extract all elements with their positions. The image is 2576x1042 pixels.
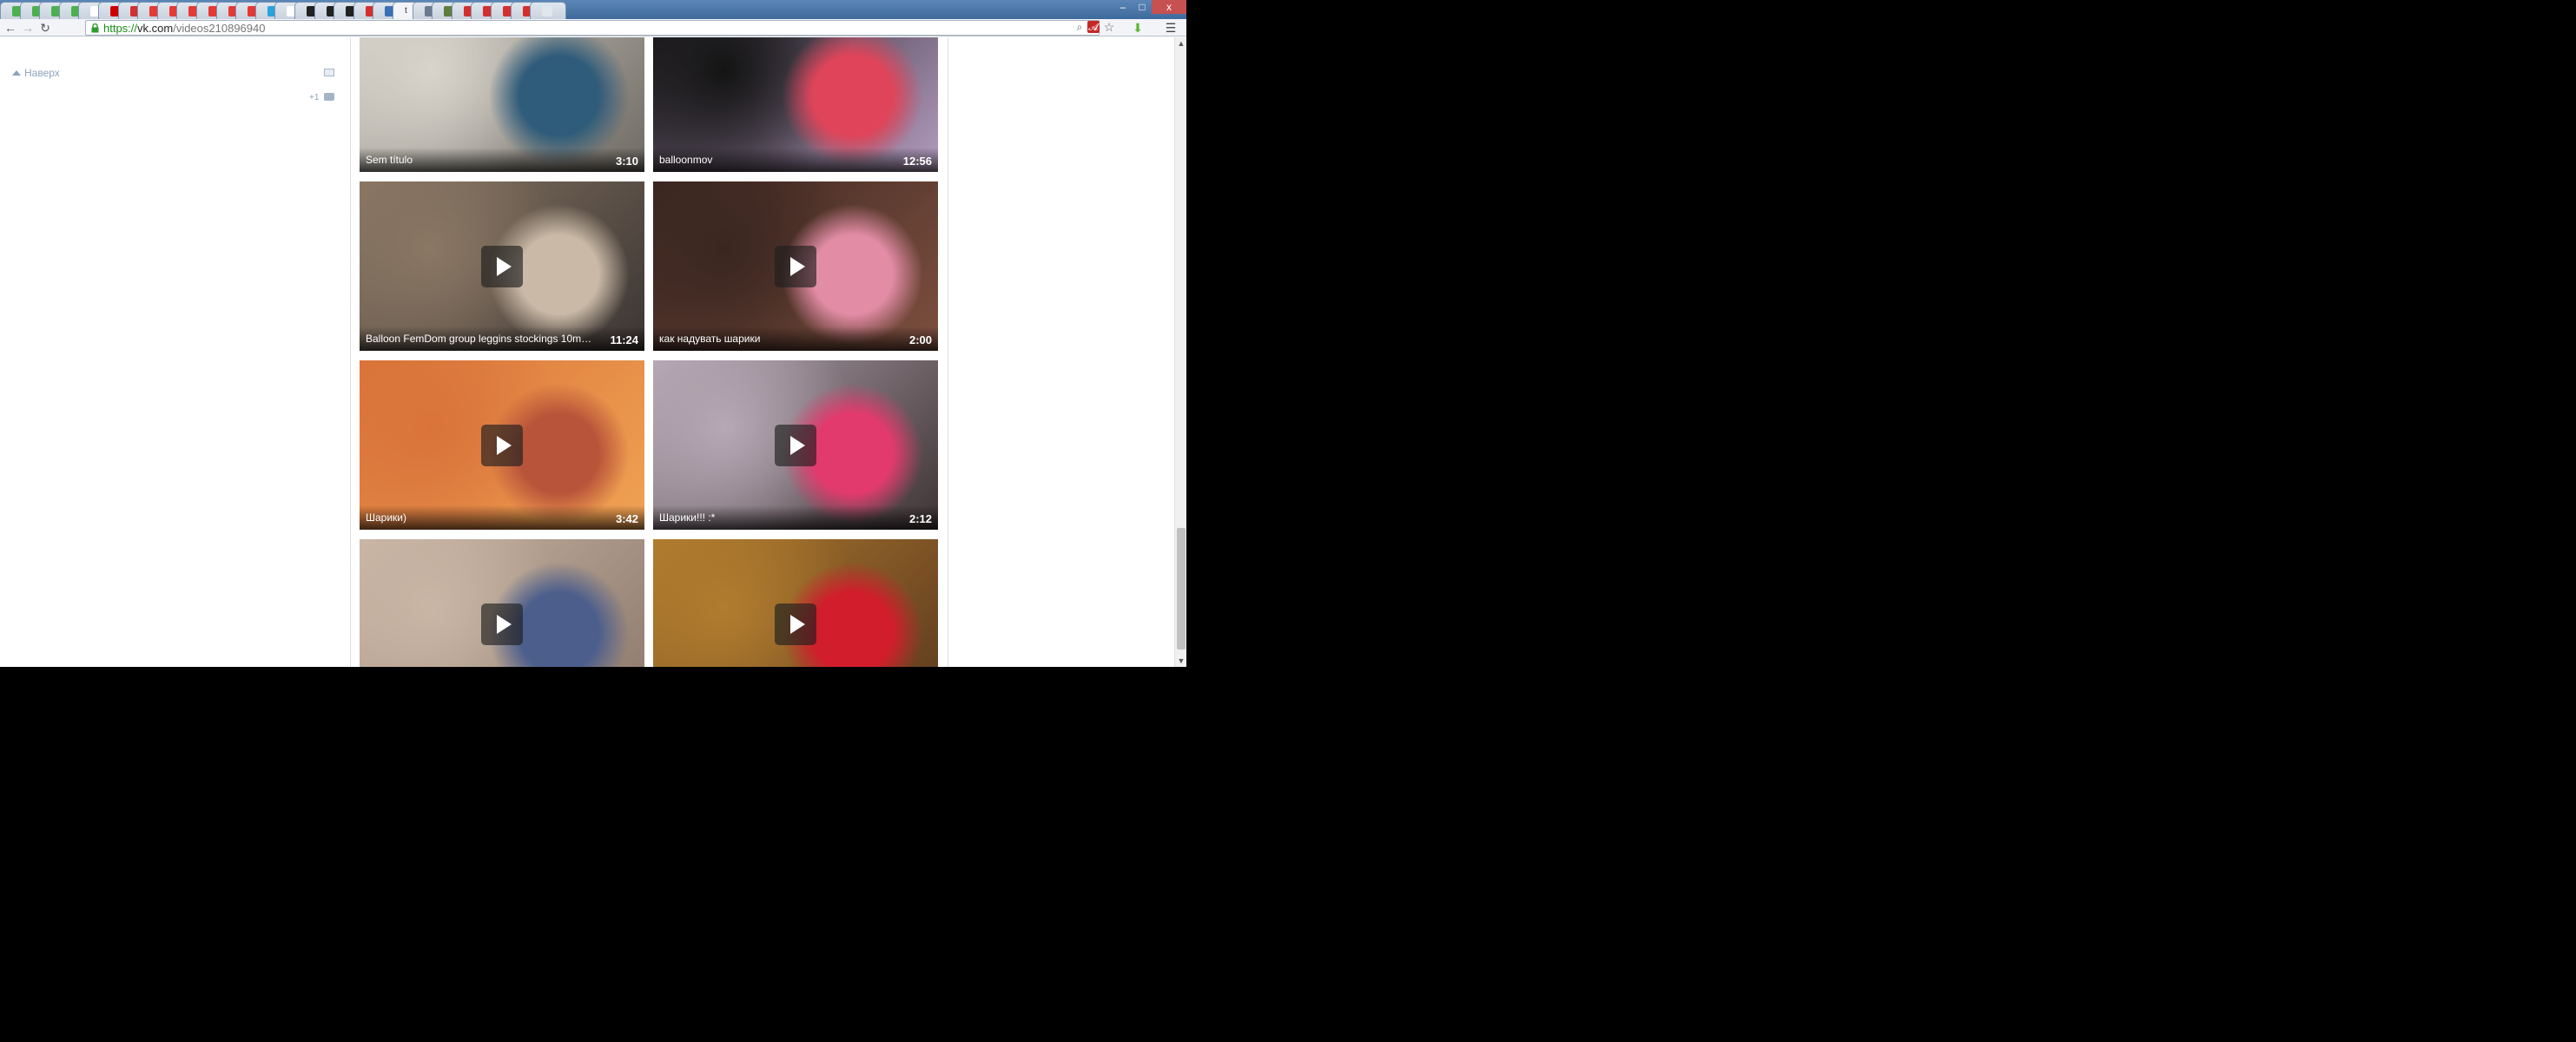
tab-strip: t× bbox=[0, 0, 1186, 20]
video-list: Sem título 3:10 balloonmov 12:56 Balloon Fem… bbox=[350, 37, 948, 667]
scroll-to-top-link[interactable]: Наверх bbox=[12, 67, 60, 79]
mail-icon[interactable] bbox=[324, 69, 334, 76]
video-duration: 11:24 bbox=[610, 333, 638, 346]
page-viewport: Наверх +1 Sem título 3:10 balloonmov 12:56 B… bbox=[0, 37, 1174, 667]
play-icon[interactable] bbox=[481, 424, 523, 466]
back-icon[interactable]: ← bbox=[3, 21, 17, 35]
url-text: https://vk.com/videos210896940 bbox=[103, 22, 266, 35]
video-duration: 3:42 bbox=[615, 512, 638, 525]
video-card[interactable]: Шарики!!! :* 2:12 bbox=[653, 360, 938, 530]
play-icon[interactable] bbox=[481, 245, 523, 287]
scroll-to-top-label: Наверх bbox=[24, 67, 60, 79]
play-icon[interactable] bbox=[775, 245, 816, 287]
play-icon[interactable] bbox=[775, 603, 816, 645]
video-card[interactable]: loonersheaven - Vol101:35:14 bbox=[653, 539, 938, 667]
maximize-button[interactable]: □ bbox=[1133, 0, 1152, 14]
browser-toolbar: ← → ↻ https://vk.com/videos210896940 ⌕ 𝓐… bbox=[0, 19, 1186, 36]
menu-icon[interactable]: ☰ bbox=[1164, 21, 1178, 35]
video-duration: 2:12 bbox=[908, 512, 932, 525]
video-card[interactable]: Balloon FemDom group leggins stockings 1… bbox=[360, 181, 644, 351]
video-duration: 12:56 bbox=[902, 155, 932, 168]
video-duration: 2:00 bbox=[908, 333, 932, 346]
up-arrow-icon bbox=[12, 70, 21, 76]
video-title[interactable]: Шарики) bbox=[366, 511, 592, 524]
reload-icon[interactable]: ↻ bbox=[38, 21, 52, 35]
play-icon[interactable] bbox=[481, 603, 523, 645]
minimize-button[interactable]: – bbox=[1113, 0, 1133, 14]
scrollbar-thumb[interactable] bbox=[1177, 528, 1186, 650]
address-bar[interactable]: https://vk.com/videos210896940 bbox=[85, 20, 1100, 36]
video-card[interactable]: как надувать шарики 2:00 bbox=[653, 181, 938, 351]
vertical-scrollbar[interactable]: ▲ ▼ bbox=[1174, 37, 1186, 667]
video-title[interactable]: balloonmov bbox=[659, 154, 886, 166]
video-title[interactable]: Шарики!!! :* bbox=[659, 511, 886, 524]
blank-icon bbox=[542, 6, 553, 16]
comment-count: +1 bbox=[309, 93, 320, 102]
video-title[interactable]: Sem título bbox=[366, 154, 592, 166]
browser-window: t× – □ x ← → ↻ https://vk.com/videos2108… bbox=[0, 0, 1186, 667]
video-title[interactable]: Balloon FemDom group leggins stockings 1… bbox=[366, 333, 592, 345]
video-card[interactable]: Sem título 3:10 bbox=[360, 37, 644, 172]
browser-tab[interactable] bbox=[530, 2, 567, 19]
close-window-button[interactable]: x bbox=[1152, 0, 1186, 14]
lock-icon bbox=[91, 23, 99, 33]
video-card[interactable]: Шарики) 3:42 bbox=[360, 360, 644, 530]
play-icon[interactable] bbox=[775, 424, 816, 466]
scroll-up-arrow-icon[interactable]: ▲ bbox=[1175, 37, 1186, 49]
video-card[interactable]: balloonmov 12:56 bbox=[653, 37, 938, 172]
scroll-down-arrow-icon[interactable]: ▼ bbox=[1175, 655, 1186, 667]
video-title[interactable]: как надувать шарики bbox=[659, 333, 886, 345]
comment-icon[interactable] bbox=[324, 93, 334, 101]
video-card[interactable]: Two Girls - Do Balloons And Each Other8:… bbox=[360, 539, 644, 667]
video-duration: 3:10 bbox=[615, 155, 638, 168]
pdf-extension-icon[interactable]: 𝓐 bbox=[1087, 21, 1100, 33]
window-controls: – □ x bbox=[1113, 0, 1186, 16]
download-icon[interactable]: ⬇ bbox=[1131, 21, 1145, 35]
forward-icon[interactable]: → bbox=[21, 21, 35, 35]
zoom-icon[interactable]: ⌕ bbox=[1073, 21, 1086, 33]
bookmark-star-icon[interactable]: ☆ bbox=[1103, 21, 1115, 33]
